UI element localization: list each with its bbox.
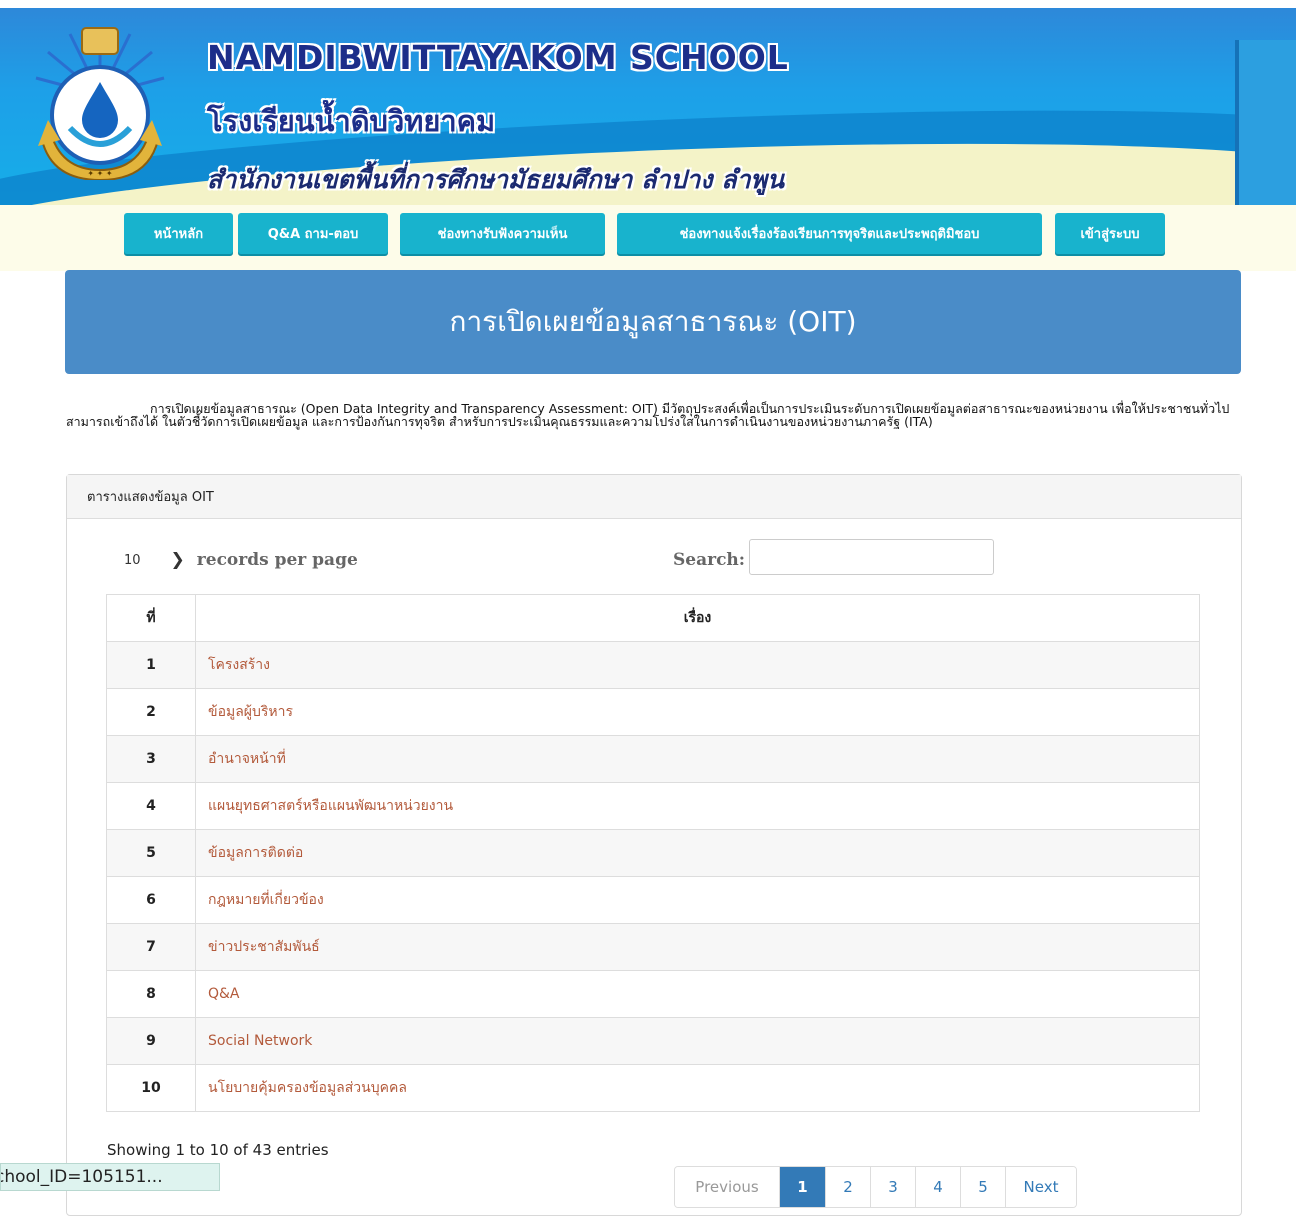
row-number: 2 xyxy=(106,688,196,736)
banner-top-stripe xyxy=(0,0,1296,8)
column-header-number[interactable]: ที่ xyxy=(106,594,196,642)
topic-link[interactable]: นโยบายคุ้มครองข้อมูลส่วนบุคคล xyxy=(195,1064,1200,1112)
nav-home-button[interactable]: หน้าหลัก xyxy=(124,213,233,254)
topic-link[interactable]: ข้อมูลผู้บริหาร xyxy=(195,688,1200,736)
table-row: 9 Social Network xyxy=(106,1017,1200,1065)
topic-link[interactable]: ข่าวประชาสัมพันธ์ xyxy=(195,923,1200,971)
topic-link[interactable]: กฎหมายที่เกี่ยวข้อง xyxy=(195,876,1200,924)
status-url: chool_ID=105151... xyxy=(0,1167,163,1187)
pagination-next[interactable]: Next xyxy=(1005,1167,1076,1207)
topic-link[interactable]: แผนยุทธศาสตร์หรือแผนพัฒนาหน่วยงาน xyxy=(195,782,1200,830)
row-number: 6 xyxy=(106,876,196,924)
chevron-down-icon[interactable]: ❯ xyxy=(171,550,185,570)
pagination: Previous 1 2 3 4 5 Next xyxy=(674,1166,1077,1208)
topic-link[interactable]: Q&A xyxy=(195,970,1200,1018)
oit-table: ที่ เรื่อง 1 โครงสร้าง 2 ข้อมูลผู้บริหาร… xyxy=(106,594,1200,1112)
pagination-page[interactable]: 1 xyxy=(779,1167,825,1207)
table-row: 7 ข่าวประชาสัมพันธ์ xyxy=(106,923,1200,971)
pagination-previous[interactable]: Previous xyxy=(675,1167,779,1207)
school-title-th: โรงเรียนน้ำดิบวิทยาคม xyxy=(207,104,496,138)
main-nav: หน้าหลัก Q&A ถาม-ตอบ ช่องทางรับฟังความเห… xyxy=(0,205,1296,271)
records-per-page-control[interactable]: 10 ❯ records per page xyxy=(124,550,358,570)
topic-link[interactable]: Social Network xyxy=(195,1017,1200,1065)
table-row: 1 โครงสร้าง xyxy=(106,641,1200,689)
search-label: Search: xyxy=(673,550,746,570)
pagination-page[interactable]: 5 xyxy=(960,1167,1005,1207)
nav-feedback-button[interactable]: ช่องทางรับฟังความเห็น xyxy=(400,213,605,254)
row-number: 9 xyxy=(106,1017,196,1065)
pagination-page[interactable]: 3 xyxy=(870,1167,915,1207)
school-title-en: NAMDIBWITTAYAKOM SCHOOL xyxy=(207,38,789,77)
topic-link[interactable]: อำนาจหน้าที่ xyxy=(195,735,1200,783)
table-row: 3 อำนาจหน้าที่ xyxy=(106,735,1200,783)
column-header-topic[interactable]: เรื่อง xyxy=(195,594,1200,642)
table-header-row: ที่ เรื่อง xyxy=(106,594,1200,642)
row-number: 7 xyxy=(106,923,196,971)
page-title: การเปิดเผยข้อมูลสาธารณะ (OIT) xyxy=(449,305,857,338)
topic-link[interactable]: โครงสร้าง xyxy=(195,641,1200,689)
table-row: 2 ข้อมูลผู้บริหาร xyxy=(106,688,1200,736)
school-subtitle-th: สำนักงานเขตพื้นที่การศึกษามัธยมศึกษา ลำป… xyxy=(207,165,785,194)
row-number: 10 xyxy=(106,1064,196,1112)
row-number: 5 xyxy=(106,829,196,877)
row-number: 4 xyxy=(106,782,196,830)
row-number: 1 xyxy=(106,641,196,689)
svg-text:✦ ✦ ✦: ✦ ✦ ✦ xyxy=(87,169,112,178)
records-per-page-label: records per page xyxy=(196,550,358,570)
page-heading-box: การเปิดเผยข้อมูลสาธารณะ (OIT) xyxy=(65,270,1241,374)
nav-login-button[interactable]: เข้าสู่ระบบ xyxy=(1055,213,1165,254)
nav-complaint-button[interactable]: ช่องทางแจ้งเรื่องร้องเรียนการทุจริตและปร… xyxy=(617,213,1042,254)
table-row: 5 ข้อมูลการติดต่อ xyxy=(106,829,1200,877)
intro-paragraph: การเปิดเผยข้อมูลสาธารณะ (Open Data Integ… xyxy=(66,401,1230,429)
topic-link[interactable]: ข้อมูลการติดต่อ xyxy=(195,829,1200,877)
panel-title: ตารางแสดงข้อมูล OIT xyxy=(67,475,1241,519)
pagination-page[interactable]: 4 xyxy=(915,1167,960,1207)
nav-qa-button[interactable]: Q&A ถาม-ตอบ xyxy=(238,213,388,254)
table-row: 4 แผนยุทธศาสตร์หรือแผนพัฒนาหน่วยงาน xyxy=(106,782,1200,830)
records-per-page-select[interactable]: 10 xyxy=(124,553,141,568)
table-row: 6 กฎหมายที่เกี่ยวข้อง xyxy=(106,876,1200,924)
banner-side-panel xyxy=(1235,40,1296,205)
pagination-page[interactable]: 2 xyxy=(825,1167,870,1207)
intro-text: การเปิดเผยข้อมูลสาธารณะ (Open Data Integ… xyxy=(66,402,1242,428)
table-row: 10 นโยบายคุ้มครองข้อมูลส่วนบุคคล xyxy=(106,1064,1200,1112)
row-number: 8 xyxy=(106,970,196,1018)
link-status-tooltip: chool_ID=105151... xyxy=(0,1163,220,1191)
search-input[interactable] xyxy=(749,539,994,575)
table-row: 8 Q&A xyxy=(106,970,1200,1018)
school-logo: ✦ ✦ ✦ xyxy=(35,27,165,180)
table-info: Showing 1 to 10 of 43 entries xyxy=(107,1141,329,1159)
header-banner: ✦ ✦ ✦ NAMDIBWITTAYAKOM SCHOOL โรงเรียนน้… xyxy=(0,0,1296,205)
row-number: 3 xyxy=(106,735,196,783)
